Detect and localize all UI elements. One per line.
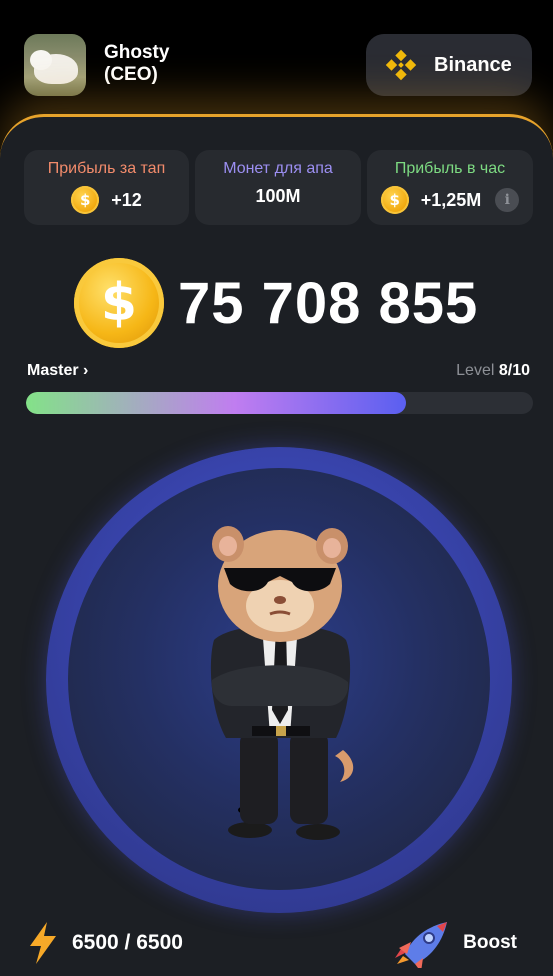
profit-per-hour-title: Прибыль в час <box>394 160 506 177</box>
dollar-coin-icon: $ <box>380 186 409 214</box>
rocket-icon <box>395 922 448 968</box>
dollar-coin-icon: $ <box>74 258 164 348</box>
level-value: 8/10 <box>498 362 530 379</box>
boost-button[interactable]: Boost <box>393 918 517 968</box>
level-prefix: Level <box>456 362 495 379</box>
profit-per-tap-card: Прибыль за тап $ +12 <box>24 150 189 225</box>
lightning-icon <box>30 922 56 964</box>
username: Ghosty (CEO) <box>104 42 170 85</box>
coins-to-level-up-value: 100M <box>255 186 301 206</box>
binance-logo-icon <box>385 49 417 81</box>
level-progress-fill <box>26 392 407 414</box>
coins-to-level-up-card: Монет для апа 100M <box>195 150 361 225</box>
header: Ghosty (CEO) Binance <box>0 0 553 120</box>
rank-link[interactable]: Master › <box>27 362 88 380</box>
exchange-label: Binance <box>434 53 512 76</box>
coins-to-level-up-title: Монет для апа <box>223 160 333 177</box>
app-screen: Ghosty (CEO) Binance Прибыль за тап $ +1… <box>0 0 553 976</box>
profit-per-hour-card: Прибыль в час $ +1,25M i <box>367 150 533 225</box>
profit-per-hour-value: +1,25M <box>420 189 482 210</box>
energy-indicator: 6500 / 6500 <box>28 922 183 964</box>
dollar-coin-icon: $ <box>71 186 100 214</box>
exchange-button[interactable]: Binance <box>366 34 532 96</box>
level-indicator: Level 8/10 <box>456 362 530 380</box>
profit-per-tap-value: +12 <box>111 189 142 210</box>
avatar[interactable] <box>24 34 86 96</box>
rank-label: Master <box>27 362 79 379</box>
avatar-dog-head <box>30 50 52 70</box>
profit-per-tap-title: Прибыль за тап <box>47 160 166 177</box>
chevron-right-icon: › <box>83 362 89 379</box>
level-progress-bar <box>26 392 533 414</box>
boost-label: Boost <box>463 932 517 953</box>
energy-value: 6500 / 6500 <box>72 931 183 954</box>
hamster-mascot[interactable] <box>200 510 360 840</box>
balance: $ 75 708 855 <box>74 258 504 348</box>
info-icon[interactable]: i <box>495 188 520 212</box>
balance-value: 75 708 855 <box>178 270 479 336</box>
